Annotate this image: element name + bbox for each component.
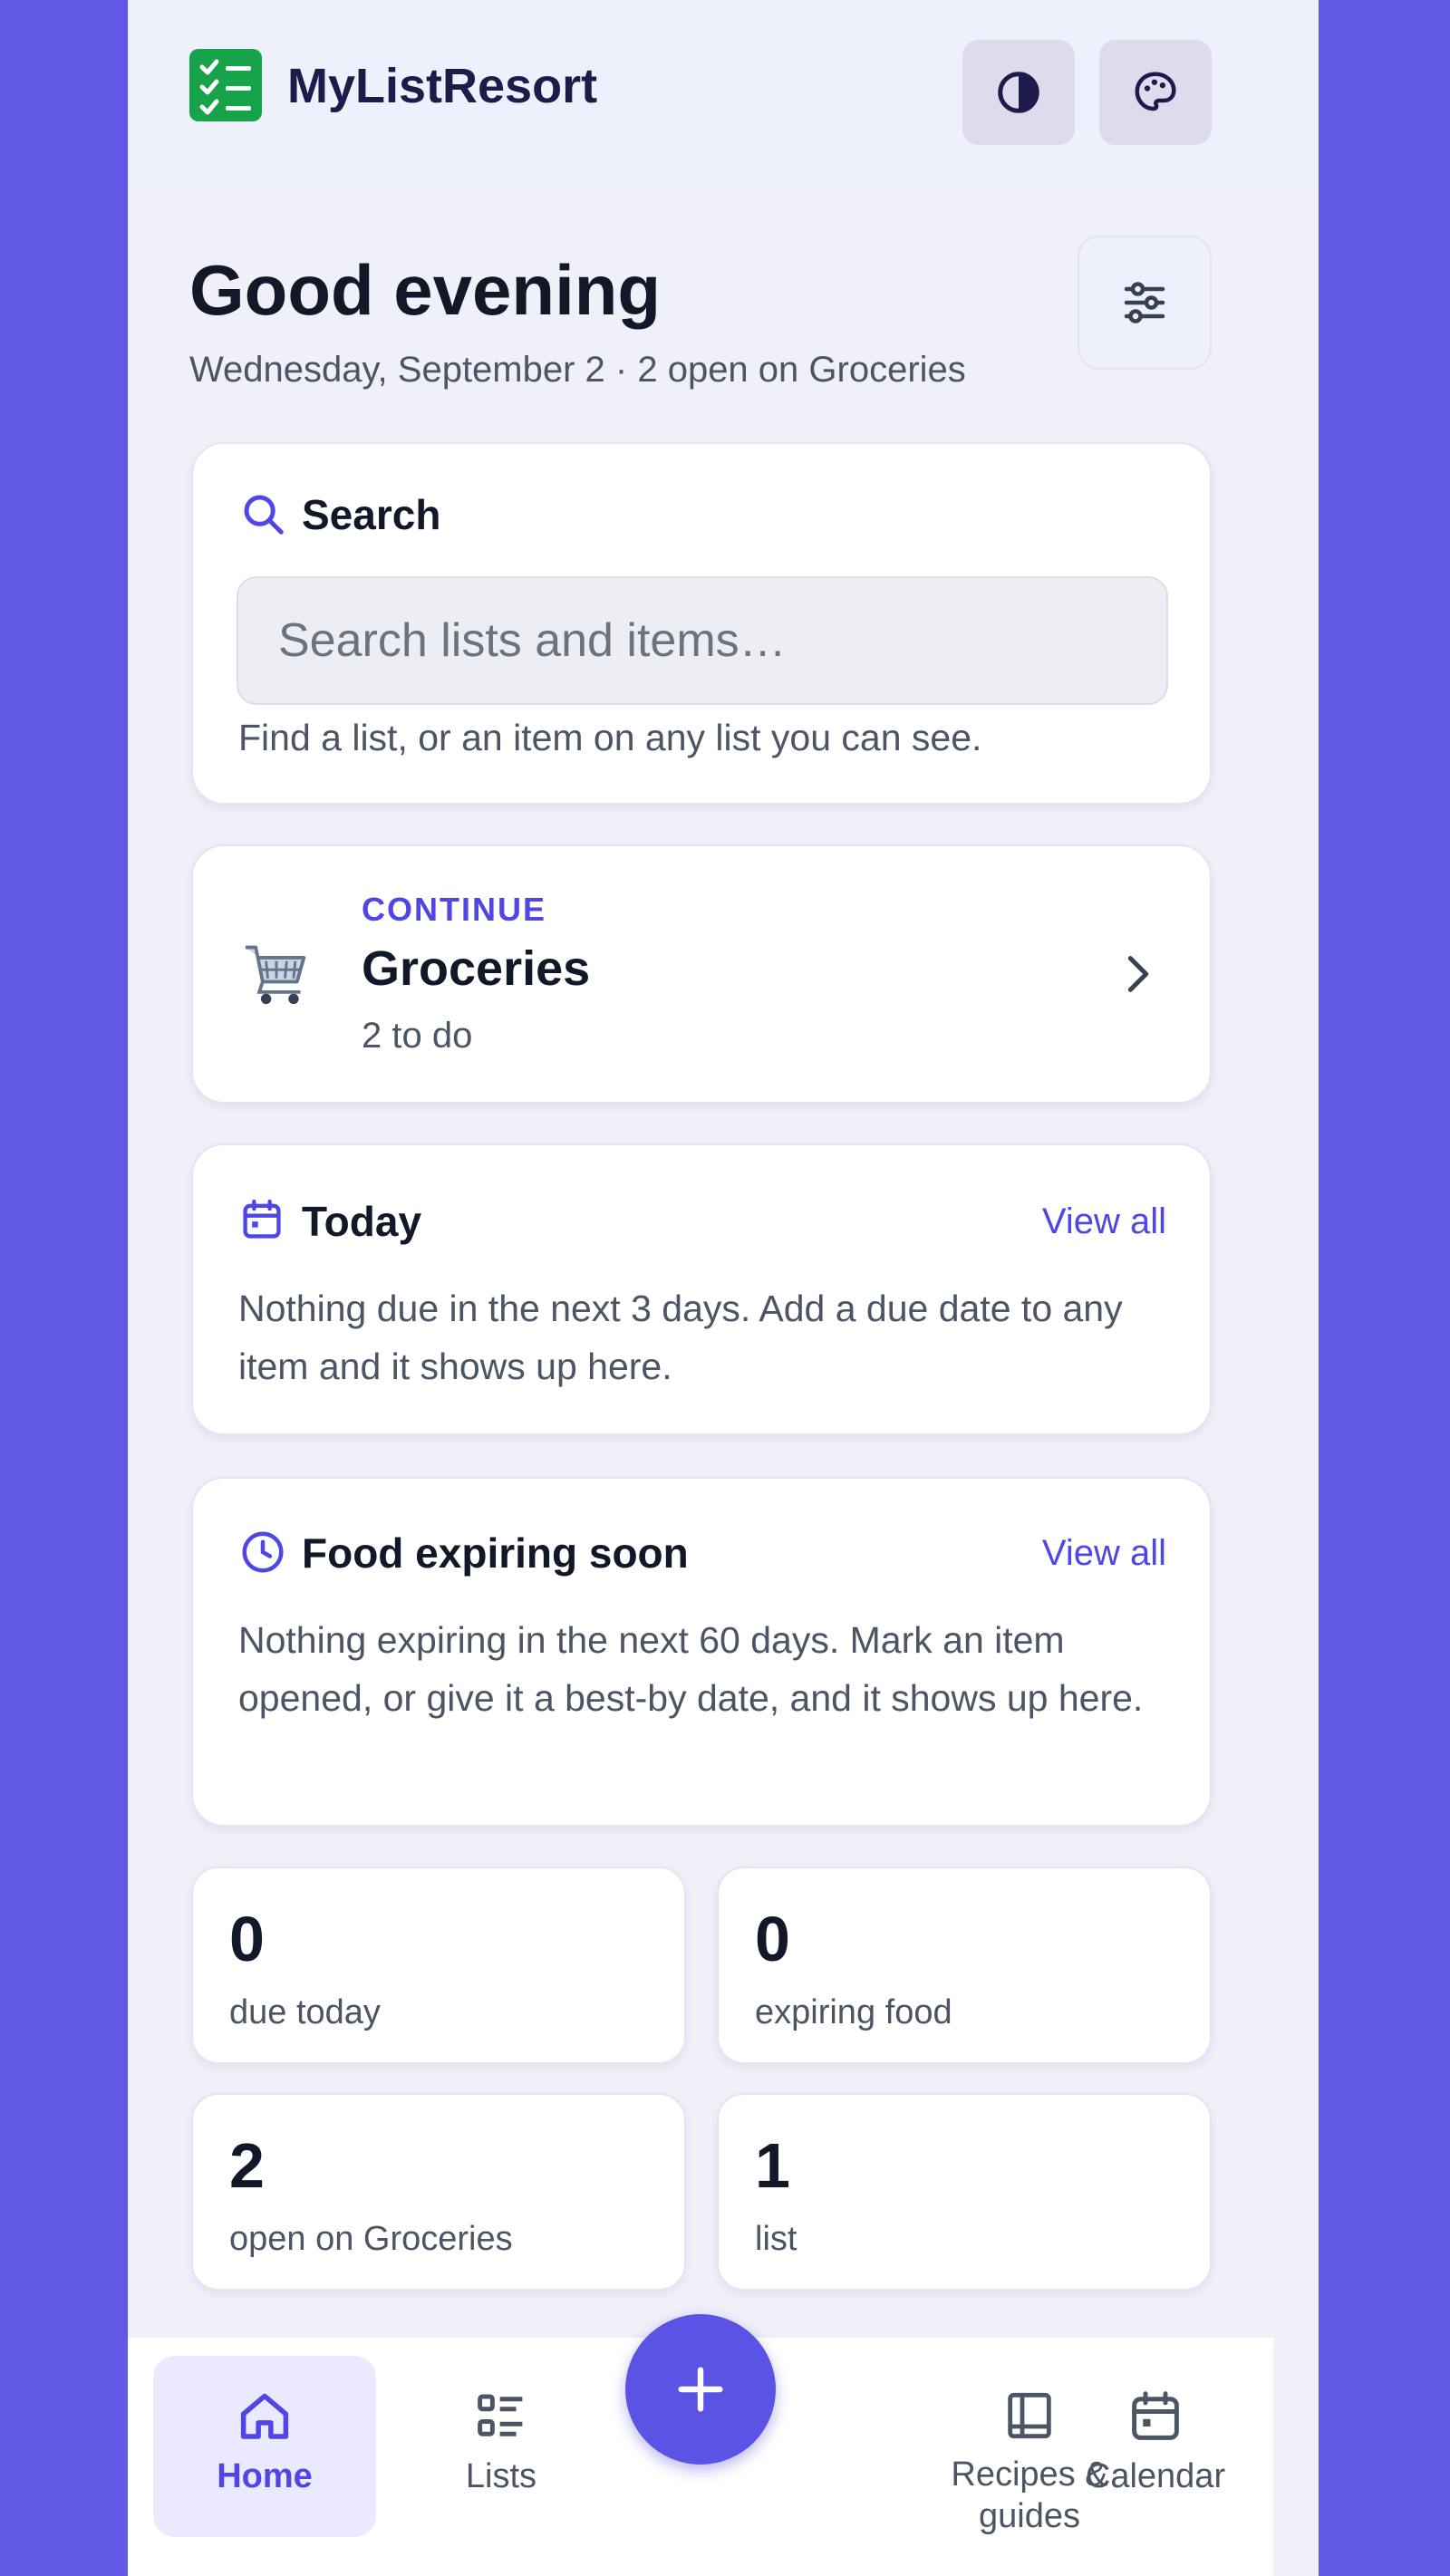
expiring-card: Food expiring soon View all Nothing expi… [191, 1477, 1212, 1827]
continue-card[interactable]: CONTINUE Groceries 2 to do [191, 844, 1212, 1104]
stat-lists[interactable]: 1 list [717, 2093, 1212, 2291]
top-bar: MyListResort [128, 0, 1319, 186]
nav-item-calendar[interactable]: Calendar [1044, 2356, 1267, 2537]
nav-item-home[interactable]: Home [153, 2356, 376, 2537]
nav-label: Home [217, 2457, 313, 2495]
palette-button[interactable] [1099, 40, 1212, 145]
continue-eyebrow: CONTINUE [362, 891, 546, 928]
greeting-title: Good evening [189, 250, 662, 330]
list-icon [478, 2394, 523, 2436]
brand-name: MyListResort [287, 59, 598, 113]
stat-label: open on Groceries [229, 2220, 513, 2258]
add-button[interactable] [625, 2314, 776, 2465]
nav-label: Calendar [1085, 2457, 1226, 2495]
today-view-all-link[interactable]: View all [1042, 1196, 1166, 1247]
calendar-icon [1132, 2391, 1179, 2440]
nav-label: Lists [465, 2457, 537, 2495]
expiring-title: Food expiring soon [302, 1529, 689, 1577]
today-empty-text: Nothing due in the next 3 days. Add a du… [238, 1288, 1123, 1387]
checklist-logo-icon [189, 49, 262, 121]
stat-expiring-food[interactable]: 0 expiring food [717, 1867, 1212, 2064]
search-hint: Find a list, or an item on any list you … [238, 717, 982, 758]
stat-open-on-groceries[interactable]: 2 open on Groceries [191, 2093, 686, 2291]
calendar-icon [243, 1199, 281, 1239]
plus-icon [678, 2367, 723, 2412]
stat-value: 0 [755, 1904, 790, 1974]
today-title: Today [302, 1198, 422, 1245]
sliders-icon [1124, 282, 1165, 323]
chevron-right-icon [1127, 956, 1149, 992]
search-card: Search Find a list, or an item on any li… [191, 442, 1212, 805]
continue-detail: 2 to do [362, 1016, 473, 1056]
greeting-subtitle: Wednesday, September 2 · 2 open on Groce… [189, 350, 966, 390]
expiring-empty-text: Nothing expiring in the next 60 days. Ma… [238, 1619, 1144, 1719]
shopping-cart-icon [245, 945, 306, 1005]
stat-label: list [755, 2220, 798, 2258]
app-shell: MyListResort Good evening Wednesday, Sep… [128, 0, 1319, 2576]
stat-value: 2 [229, 2130, 265, 2201]
search-title: Search [302, 491, 441, 538]
stat-value: 0 [229, 1904, 265, 1974]
theme-toggle-button[interactable] [962, 40, 1075, 145]
contrast-icon [998, 72, 1039, 113]
stat-label: expiring food [755, 1993, 952, 2031]
expiring-view-all-link[interactable]: View all [1042, 1528, 1166, 1578]
today-card: Today View all Nothing due in the next 3… [191, 1143, 1212, 1435]
continue-list-title: Groceries [362, 941, 591, 996]
palette-icon [1135, 72, 1176, 111]
stat-due-today[interactable]: 0 due today [191, 1867, 686, 2064]
nav-item-lists[interactable]: Lists [390, 2356, 613, 2537]
customize-button[interactable] [1078, 236, 1212, 370]
stat-label: due today [229, 1993, 381, 2031]
home-icon [240, 2393, 289, 2439]
stat-value: 1 [755, 2130, 790, 2201]
clock-icon [242, 1531, 284, 1573]
search-icon [244, 495, 284, 535]
search-input[interactable] [237, 576, 1168, 705]
